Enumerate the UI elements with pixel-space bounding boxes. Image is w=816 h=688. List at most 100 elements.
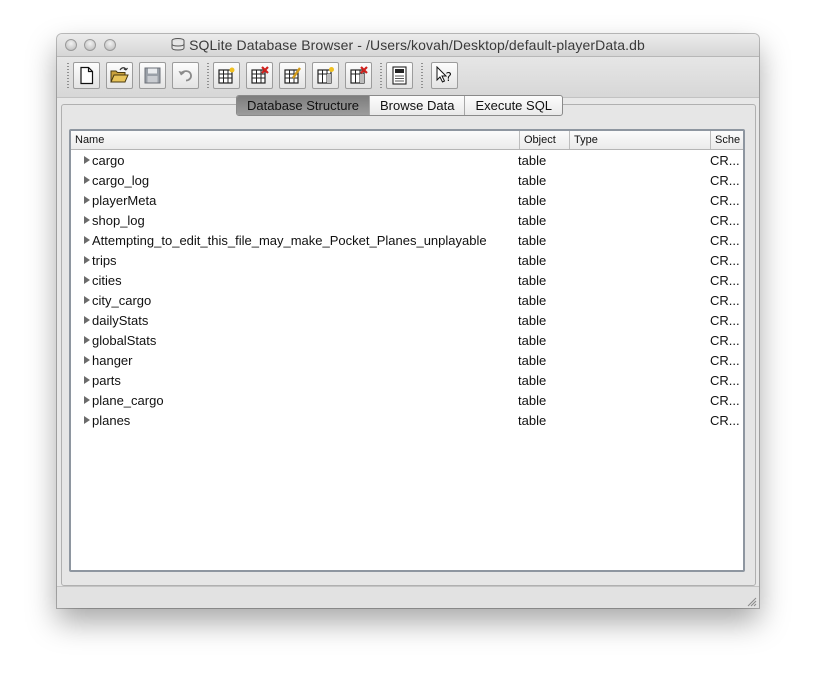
- disclosure-triangle-icon[interactable]: [84, 176, 90, 184]
- table-row[interactable]: hanger table CR...: [71, 350, 743, 370]
- row-schema: CR...: [710, 213, 740, 228]
- table-header: Name Object Type Sche: [71, 131, 743, 150]
- undo-icon: [178, 70, 192, 82]
- disclosure-triangle-icon[interactable]: [84, 316, 90, 324]
- tab-database-structure[interactable]: Database Structure: [237, 96, 370, 115]
- status-bar: [57, 586, 759, 608]
- create-index-icon: [317, 67, 334, 84]
- row-object: table: [518, 193, 547, 208]
- disclosure-triangle-icon[interactable]: [84, 256, 90, 264]
- disclosure-triangle-icon[interactable]: [84, 416, 90, 424]
- row-object: table: [518, 333, 547, 348]
- table-row[interactable]: city_cargo table CR...: [71, 290, 743, 310]
- row-schema: CR...: [710, 293, 740, 308]
- disclosure-triangle-icon[interactable]: [84, 296, 90, 304]
- row-object: table: [518, 393, 547, 408]
- row-object: table: [518, 353, 547, 368]
- database-icon: [171, 38, 185, 51]
- tab-browse-data[interactable]: Browse Data: [369, 96, 464, 115]
- row-schema: CR...: [710, 393, 740, 408]
- disclosure-triangle-icon[interactable]: [84, 336, 90, 344]
- disclosure-triangle-icon[interactable]: [84, 376, 90, 384]
- svg-text:?: ?: [446, 70, 452, 84]
- row-object: table: [518, 413, 547, 428]
- disclosure-triangle-icon[interactable]: [84, 276, 90, 284]
- row-schema: CR...: [710, 373, 740, 388]
- table-row[interactable]: trips table CR...: [71, 250, 743, 270]
- disclosure-triangle-icon[interactable]: [84, 196, 90, 204]
- delete-index-button[interactable]: [345, 62, 372, 89]
- table-row[interactable]: playerMeta table CR...: [71, 190, 743, 210]
- table-row[interactable]: planes table CR...: [71, 410, 743, 430]
- column-header-type[interactable]: Type: [570, 131, 711, 149]
- whats-this-icon: ?: [436, 66, 452, 84]
- row-schema: CR...: [710, 153, 740, 168]
- row-object: table: [518, 233, 547, 248]
- table-row[interactable]: parts table CR...: [71, 370, 743, 390]
- revert-changes-button[interactable]: [172, 62, 199, 89]
- column-header-object[interactable]: Object: [520, 131, 570, 149]
- row-object: table: [518, 313, 547, 328]
- structure-table[interactable]: Name Object Type Sche cargo table CR... car…: [69, 129, 745, 572]
- row-schema: CR...: [710, 353, 740, 368]
- log-icon: [392, 66, 407, 85]
- whats-this-button[interactable]: ?: [431, 62, 458, 89]
- row-schema: CR...: [710, 173, 740, 188]
- delete-index-icon: [350, 66, 368, 84]
- column-header-name[interactable]: Name: [71, 131, 520, 149]
- disclosure-triangle-icon[interactable]: [84, 216, 90, 224]
- row-schema: CR...: [710, 193, 740, 208]
- disclosure-triangle-icon[interactable]: [84, 236, 90, 244]
- row-object: table: [518, 273, 547, 288]
- row-object: table: [518, 173, 547, 188]
- row-object: table: [518, 253, 547, 268]
- tab-execute-sql[interactable]: Execute SQL: [464, 96, 562, 115]
- toolbar-grip[interactable]: [67, 63, 69, 89]
- row-schema: CR...: [710, 273, 740, 288]
- resize-grip-icon[interactable]: [747, 597, 757, 607]
- modify-table-button[interactable]: [279, 62, 306, 89]
- row-name: parts: [92, 373, 121, 388]
- row-name: plane_cargo: [92, 393, 164, 408]
- disclosure-triangle-icon[interactable]: [84, 396, 90, 404]
- table-row[interactable]: cargo table CR...: [71, 150, 743, 170]
- table-row[interactable]: dailyStats table CR...: [71, 310, 743, 330]
- row-schema: CR...: [710, 233, 740, 248]
- delete-table-icon: [251, 66, 269, 84]
- toolbar-grip[interactable]: [207, 63, 209, 89]
- toolbar-grip[interactable]: [421, 63, 423, 89]
- save-disk-icon: [144, 67, 161, 84]
- table-row[interactable]: shop_log table CR...: [71, 210, 743, 230]
- row-name: cargo_log: [92, 173, 150, 188]
- row-name: hanger: [92, 353, 133, 368]
- table-row[interactable]: Attempting_to_edit_this_file_may_make_Po…: [71, 230, 743, 250]
- create-index-button[interactable]: [312, 62, 339, 89]
- sql-log-button[interactable]: [386, 62, 413, 89]
- row-object: table: [518, 213, 547, 228]
- toolbar: ?: [57, 57, 759, 98]
- open-database-button[interactable]: [106, 62, 133, 89]
- save-changes-button[interactable]: [139, 62, 166, 89]
- row-name: dailyStats: [92, 313, 149, 328]
- row-name: trips: [92, 253, 117, 268]
- new-database-button[interactable]: [73, 62, 100, 89]
- table-row[interactable]: globalStats table CR...: [71, 330, 743, 350]
- column-header-schema[interactable]: Sche: [711, 131, 743, 149]
- table-row[interactable]: plane_cargo table CR...: [71, 390, 743, 410]
- delete-table-button[interactable]: [246, 62, 273, 89]
- row-schema: CR...: [710, 253, 740, 268]
- row-name: city_cargo: [92, 293, 152, 308]
- disclosure-triangle-icon[interactable]: [84, 156, 90, 164]
- window-title: SQLite Database Browser - /Users/kovah/D…: [189, 37, 645, 53]
- new-document-icon: [80, 66, 94, 85]
- table-row[interactable]: cargo_log table CR...: [71, 170, 743, 190]
- disclosure-triangle-icon[interactable]: [84, 356, 90, 364]
- table-row[interactable]: cities table CR...: [71, 270, 743, 290]
- open-folder-icon: [110, 67, 129, 83]
- create-table-icon: [218, 67, 235, 84]
- row-schema: CR...: [710, 413, 740, 428]
- title-bar: SQLite Database Browser - /Users/kovah/D…: [57, 34, 759, 57]
- create-table-button[interactable]: [213, 62, 240, 89]
- toolbar-grip[interactable]: [380, 63, 382, 89]
- row-name: shop_log: [92, 213, 145, 228]
